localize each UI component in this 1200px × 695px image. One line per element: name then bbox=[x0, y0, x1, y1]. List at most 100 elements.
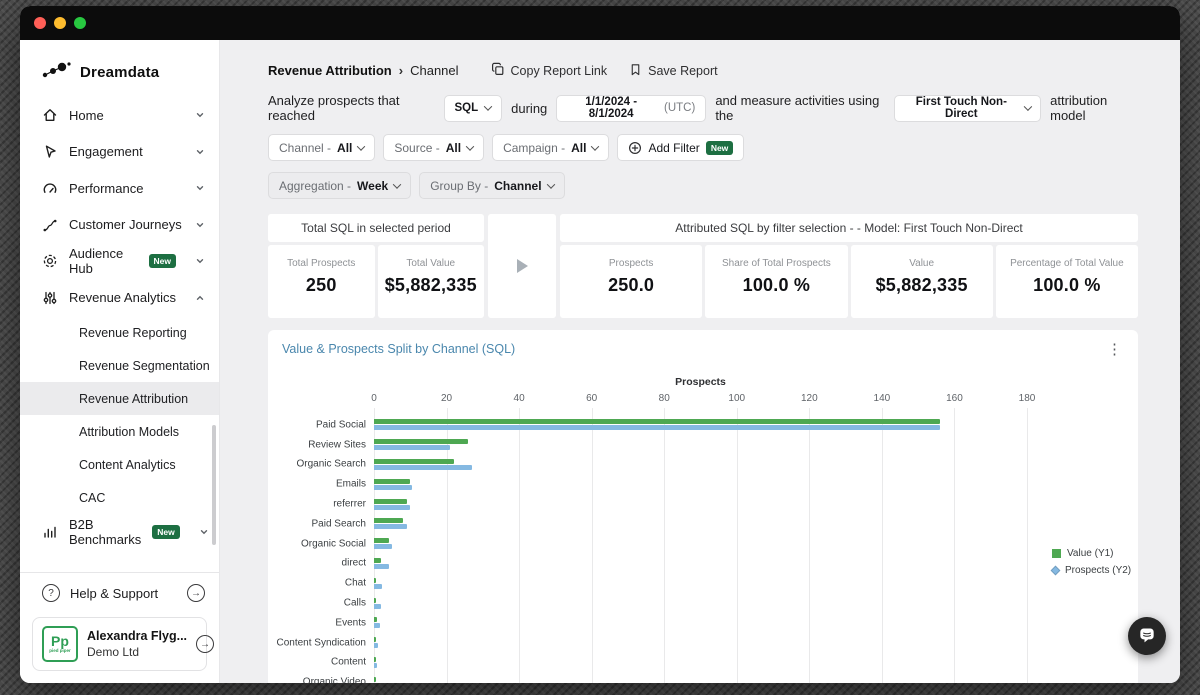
bar-value bbox=[374, 677, 376, 682]
legend-item[interactable]: Value (Y1) bbox=[1052, 548, 1131, 559]
chart-category-label: referrer bbox=[333, 499, 366, 510]
cursor-icon bbox=[42, 144, 58, 160]
target-icon bbox=[42, 253, 58, 269]
sidebar-item-label: Audience Hub bbox=[69, 246, 138, 276]
bar-value bbox=[374, 637, 376, 642]
arrow-right-icon[interactable]: → bbox=[196, 635, 214, 653]
chart-plot-area: Paid SocialReview SitesOrganic SearchEma… bbox=[374, 408, 1027, 683]
kpi-label: Percentage of Total Value bbox=[1010, 258, 1124, 269]
total-kpi-title: Total SQL in selected period bbox=[268, 214, 484, 242]
chart-row: Content bbox=[374, 653, 1027, 673]
chip-value: All bbox=[337, 141, 352, 155]
filter-chips-row: Channel - All Source - All Campaign - All A… bbox=[268, 134, 1138, 161]
kpi-section: Total SQL in selected period Total Prosp… bbox=[268, 214, 1138, 318]
sidebar-item-revenue-analytics[interactable]: Revenue Analytics bbox=[20, 280, 219, 317]
bar-prospects bbox=[374, 544, 392, 549]
kpi-block: Total Prospects250 bbox=[268, 245, 375, 318]
kpi-label: Value bbox=[909, 258, 934, 269]
traffic-light-zoom[interactable] bbox=[74, 17, 86, 29]
bar-prospects bbox=[374, 564, 389, 569]
sidebar-item-label: Performance bbox=[69, 181, 143, 196]
chart-category-label: Review Sites bbox=[308, 439, 366, 450]
bookmark-icon bbox=[629, 63, 642, 79]
bar-prospects bbox=[374, 604, 381, 609]
breadcrumb-current[interactable]: Channel bbox=[410, 63, 458, 78]
chart-menu-button[interactable]: ⋮ bbox=[1103, 338, 1126, 361]
sidebar-subitem-content-analytics[interactable]: Content Analytics bbox=[20, 448, 219, 481]
sidebar-item-customer-journeys[interactable]: Customer Journeys bbox=[20, 207, 219, 244]
breadcrumb-root[interactable]: Revenue Attribution bbox=[268, 63, 392, 78]
new-badge: New bbox=[152, 525, 179, 539]
bar-prospects bbox=[374, 663, 377, 668]
chip-label: Campaign - bbox=[503, 141, 565, 155]
chart-category-label: Chat bbox=[345, 578, 366, 589]
chip-value: All bbox=[446, 141, 461, 155]
bar-value bbox=[374, 657, 376, 662]
kpi-value: $5,882,335 bbox=[876, 275, 968, 296]
expand-attribution-button[interactable] bbox=[488, 214, 556, 318]
traffic-light-close[interactable] bbox=[34, 17, 46, 29]
chart-category-label: Paid Search bbox=[312, 518, 366, 529]
kpi-value: 250 bbox=[306, 275, 337, 296]
bar-prospects bbox=[374, 643, 378, 648]
legend-item[interactable]: Prospects (Y2) bbox=[1052, 565, 1131, 576]
kpi-block: Value $5,882,335 bbox=[851, 245, 993, 318]
filter-chip-source[interactable]: Source - All bbox=[383, 134, 484, 161]
kpi-value: 100.0 % bbox=[1033, 275, 1100, 296]
sidebar-item-label: Engagement bbox=[69, 144, 143, 159]
bar-prospects bbox=[374, 505, 410, 510]
x-tick-label: 100 bbox=[720, 393, 754, 404]
filter-chip-campaign[interactable]: Campaign - All bbox=[492, 134, 609, 161]
stage-dropdown[interactable]: SQL bbox=[444, 95, 503, 122]
sidebar-subitem-revenue-attribution[interactable]: Revenue Attribution bbox=[20, 382, 219, 415]
bar-prospects bbox=[374, 465, 472, 470]
sidebar-subitem-revenue-reporting[interactable]: Revenue Reporting bbox=[20, 316, 219, 349]
chart-row: Content Syndication bbox=[374, 633, 1027, 653]
x-tick-label: 80 bbox=[647, 393, 681, 404]
arrow-right-icon[interactable]: → bbox=[187, 584, 205, 602]
bar-value bbox=[374, 419, 940, 424]
copy-report-link-button[interactable]: Copy Report Link bbox=[491, 62, 608, 79]
sidebar-item-b2b-benchmarks[interactable]: B2B Benchmarks New bbox=[20, 514, 219, 551]
sidebar-item-engagement[interactable]: Engagement bbox=[20, 134, 219, 171]
traffic-light-minimize[interactable] bbox=[54, 17, 66, 29]
bar-value bbox=[374, 617, 377, 622]
add-filter-button[interactable]: Add FilterNew bbox=[617, 134, 744, 161]
save-report-button[interactable]: Save Report bbox=[629, 63, 717, 79]
sidebar-nav: Home Engagement Performance bbox=[20, 97, 219, 572]
filter-chip-channel[interactable]: Channel - All bbox=[268, 134, 375, 161]
bar-prospects bbox=[374, 584, 382, 589]
chart-category-label: Emails bbox=[336, 479, 366, 490]
bar-value bbox=[374, 499, 407, 504]
chart-category-label: Content Syndication bbox=[276, 637, 366, 648]
chevron-down-icon bbox=[1023, 103, 1031, 111]
chevron-down-icon bbox=[195, 147, 205, 157]
chart-category-label: Calls bbox=[344, 598, 366, 609]
sidebar-scrollbar[interactable] bbox=[212, 425, 216, 545]
bar-value bbox=[374, 459, 454, 464]
chart-rows: Paid SocialReview SitesOrganic SearchEma… bbox=[374, 408, 1027, 683]
date-range-dropdown[interactable]: 1/1/2024 - 8/1/2024(UTC) bbox=[556, 95, 706, 122]
group-by-dropdown[interactable]: Group By - Channel bbox=[419, 172, 564, 199]
attribution-model-dropdown[interactable]: First Touch Non-Direct bbox=[894, 95, 1041, 122]
bar-prospects bbox=[374, 524, 407, 529]
aggregation-dropdown[interactable]: Aggregation - Week bbox=[268, 172, 411, 199]
sidebar-item-audience-hub[interactable]: Audience Hub New bbox=[20, 243, 219, 280]
sidebar-subitem-attribution-models[interactable]: Attribution Models bbox=[20, 415, 219, 448]
app-window: Dreamdata Home Engagement bbox=[20, 6, 1180, 683]
sidebar-item-home[interactable]: Home bbox=[20, 97, 219, 134]
kpi-block: Prospects250.0 bbox=[560, 245, 702, 318]
sidebar-subnav: Revenue ReportingRevenue SegmentationRev… bbox=[20, 316, 219, 514]
sidebar-item-performance[interactable]: Performance bbox=[20, 170, 219, 207]
account-switcher[interactable]: Pp pied piper Alexandra Flyg... Demo Ltd… bbox=[32, 617, 207, 671]
chart-category-label: Organic Search bbox=[297, 459, 366, 470]
sidebar-item-label: Revenue Analytics bbox=[69, 290, 176, 305]
chart-category-label: Content bbox=[331, 657, 366, 668]
chat-widget-button[interactable] bbox=[1128, 617, 1166, 655]
chart-row: direct bbox=[374, 554, 1027, 574]
help-support-button[interactable]: ? Help & Support → bbox=[20, 573, 219, 613]
sidebar-subitem-cac[interactable]: CAC bbox=[20, 481, 219, 514]
sidebar-subitem-revenue-segmentation[interactable]: Revenue Segmentation bbox=[20, 349, 219, 382]
new-badge: New bbox=[149, 254, 176, 268]
legend-label: Prospects (Y2) bbox=[1065, 565, 1131, 576]
